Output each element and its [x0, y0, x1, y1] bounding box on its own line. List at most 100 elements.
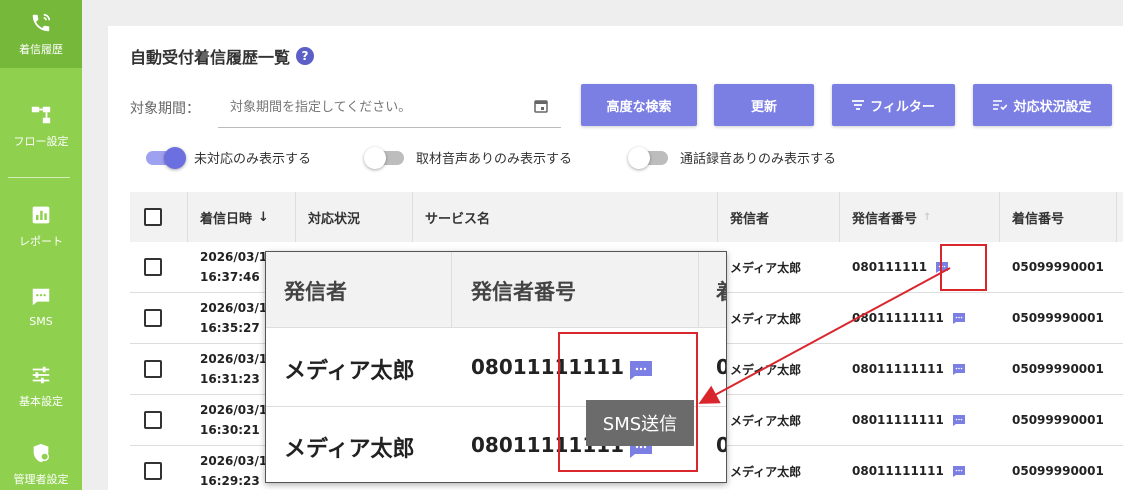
row-checkbox-cell [130, 344, 188, 394]
advanced-search-button[interactable]: 高度な検索 [581, 84, 697, 126]
calendar-icon[interactable] [534, 98, 548, 113]
cell-incoming-number: 05099990001 [1012, 362, 1104, 376]
toggle-label: 通話録音ありのみ表示する [680, 152, 837, 167]
sort-icon: ↑ [923, 211, 932, 223]
cell-caller-number: 08011111111 [840, 344, 1000, 394]
toggle-recording-only[interactable]: 通話録音ありのみ表示する [628, 146, 837, 169]
sidebar-item-label: 基本設定 [19, 395, 63, 408]
sidebar: 着信履歴 フロー設定 レポート SMS 基本設定 管理者設定 [0, 0, 82, 490]
cell-time: 16:30:21 [200, 423, 260, 437]
row-checkbox-cell [130, 242, 188, 292]
sidebar-item-label: SMS [29, 314, 53, 328]
header-incoming-number[interactable]: 着信番号 [1000, 192, 1117, 242]
sidebar-item-admin-settings[interactable]: 管理者設定 [0, 430, 82, 490]
header-datetime[interactable]: 着信日時 ↓ [188, 192, 296, 242]
cell-caller: メディア太郎 [730, 362, 802, 377]
filter-icon [852, 100, 865, 110]
period-label: 対象期間： [130, 101, 200, 117]
cell-caller: メディア太郎 [730, 464, 802, 479]
sms-send-icon[interactable] [952, 465, 966, 478]
sliders-icon [29, 363, 53, 387]
period-input[interactable] [218, 88, 561, 128]
row-checkbox[interactable] [144, 411, 162, 429]
table-header: 着信日時 ↓ 対応状況 サービス名 発信者 発信者番号 ↑ 着信番号 [130, 192, 1123, 242]
sidebar-item-label: 着信履歴 [19, 43, 63, 56]
toggle-label: 取材音声ありのみ表示する [416, 152, 573, 167]
select-all-checkbox[interactable] [144, 208, 162, 226]
sidebar-item-label: フロー設定 [13, 135, 69, 148]
sidebar-item-flow-settings[interactable]: フロー設定 [0, 92, 82, 160]
phone-history-icon [29, 11, 53, 35]
cell-date: 2026/03/1 [200, 250, 268, 264]
page-title: 自動受付着信履歴一覧 ? [130, 44, 315, 68]
sidebar-divider [8, 177, 70, 178]
cell-incoming-number: 05099990001 [1012, 413, 1104, 427]
zoom-header-cut: 着 [716, 276, 726, 306]
cell-time: 16:29:23 [200, 474, 260, 488]
header-service[interactable]: サービス名 [413, 192, 718, 242]
cell-date: 2026/03/1 [200, 454, 268, 468]
sms-send-icon[interactable] [952, 414, 966, 427]
sidebar-item-basic-settings[interactable]: 基本設定 [0, 352, 82, 420]
row-checkbox[interactable] [144, 258, 162, 276]
caller-number-text: 08011111111 [852, 311, 944, 325]
cell-caller: メディア太郎 [730, 311, 802, 326]
sms-send-icon[interactable] [952, 312, 966, 325]
cell-time: 16:31:23 [200, 372, 260, 386]
cell-time: 16:37:46 [200, 270, 260, 284]
cell-time: 16:35:27 [200, 321, 260, 335]
header-status[interactable]: 対応状況 [296, 192, 413, 242]
list-check-icon [993, 100, 1008, 110]
caller-number-text: 08011111111 [852, 362, 944, 376]
header-caller-number[interactable]: 発信者番号 ↑ [840, 192, 1000, 242]
filter-button[interactable]: フィルター [832, 84, 955, 126]
toggle-unhandled-only[interactable]: 未対応のみ表示する [146, 146, 311, 169]
sidebar-item-report[interactable]: レポート [0, 192, 82, 260]
refresh-button[interactable]: 更新 [714, 84, 814, 126]
sort-desc-icon: ↓ [258, 209, 269, 225]
row-checkbox[interactable] [144, 360, 162, 378]
cell-incoming-number: 05099990001 [1012, 260, 1104, 274]
row-checkbox[interactable] [144, 462, 162, 480]
zoom-cut-value: 0 [716, 355, 726, 379]
sms-send-icon[interactable] [935, 261, 949, 274]
sidebar-item-sms[interactable]: SMS [0, 272, 82, 340]
zoom-callout: 発信者 発信者番号 着 メディア太郎 08011111111 0 メディア太郎 … [265, 251, 727, 483]
zoom-header: 発信者 発信者番号 着 [266, 252, 726, 328]
filter-button-label: フィルター [870, 99, 935, 115]
zoom-cut-value: 0 [716, 433, 726, 457]
caller-number-text: 08011111111 [852, 413, 944, 427]
cell-date: 2026/03/1 [200, 301, 268, 315]
help-icon[interactable]: ? [296, 47, 315, 65]
flow-icon [29, 103, 53, 127]
sidebar-item-label: レポート [19, 235, 63, 248]
header-caller[interactable]: 発信者 [718, 192, 840, 242]
caller-number-text: 08011111111 [852, 464, 944, 478]
cell-caller-number: 08011111111 [840, 446, 1000, 490]
zoom-caller: メディア太郎 [284, 359, 415, 384]
row-checkbox-cell [130, 395, 188, 445]
zoom-header-caller-number: 発信者番号 [471, 280, 576, 304]
cell-caller-number: 08011111111 [840, 395, 1000, 445]
row-checkbox[interactable] [144, 309, 162, 327]
toggle-switch-off[interactable] [628, 146, 668, 169]
sms-send-icon[interactable] [952, 363, 966, 376]
status-settings-button-label: 対応状況設定 [1013, 99, 1092, 115]
status-settings-button[interactable]: 対応状況設定 [973, 84, 1112, 126]
header-checkbox-cell [130, 192, 188, 242]
zoom-caller-number: 08011111111 [471, 355, 625, 379]
sms-icon [29, 285, 53, 309]
cell-caller-number: 080111111 [840, 242, 1000, 292]
cell-caller: メディア太郎 [730, 260, 802, 275]
toggle-switch-off[interactable] [364, 146, 404, 169]
zoom-caller: メディア太郎 [284, 437, 415, 462]
sms-send-icon[interactable] [629, 360, 653, 381]
row-checkbox-cell [130, 446, 188, 490]
sidebar-item-call-history[interactable]: 着信履歴 [0, 0, 82, 68]
zoom-row: メディア太郎 08011111111 0 [266, 329, 726, 407]
cell-incoming-number: 05099990001 [1012, 464, 1104, 478]
toggle-switch-on[interactable] [146, 146, 186, 169]
toggle-interview-audio-only[interactable]: 取材音声ありのみ表示する [364, 146, 573, 169]
cell-date: 2026/03/1 [200, 352, 268, 366]
caller-number-text: 080111111 [852, 260, 928, 274]
